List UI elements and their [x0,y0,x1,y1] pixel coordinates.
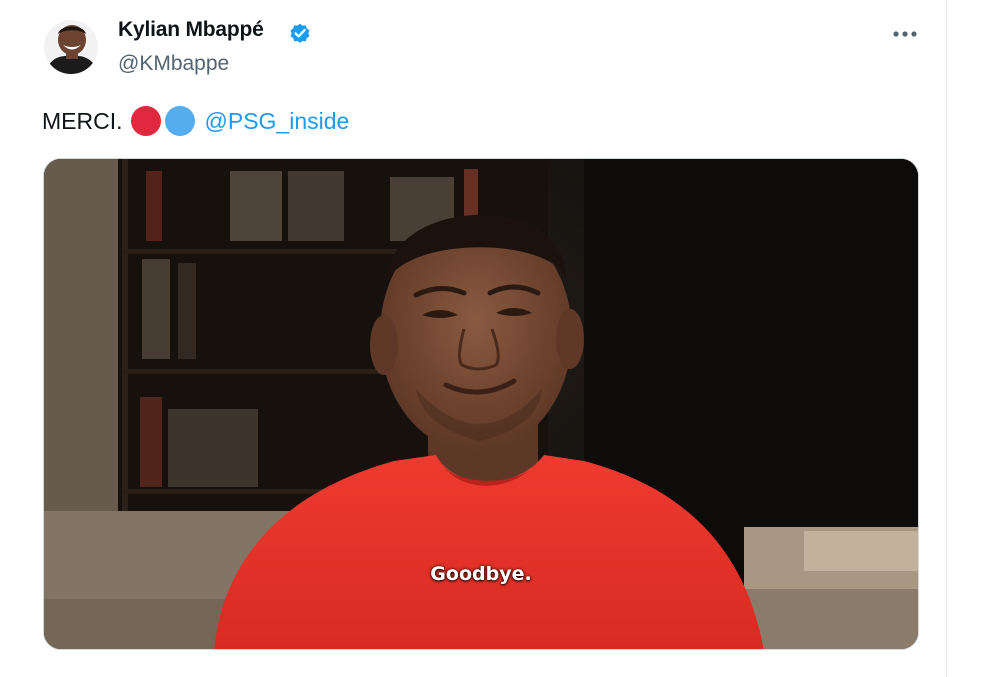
video-player[interactable]: Goodbye. [43,158,919,650]
tweet-text: MERCI. @PSG_inside [42,104,349,138]
avatar-image [44,20,98,74]
timeline-border [946,0,947,677]
video-subtitle: Goodbye. [430,563,532,585]
author-display-name[interactable]: Kylian Mbappé [118,18,264,42]
verified-badge-icon [290,23,310,43]
author-avatar[interactable] [44,20,98,74]
tweet[interactable]: Kylian Mbappé @KMbappe MERCI. @PSG_insid… [0,0,946,677]
more-horizontal-icon [893,31,917,37]
blue-circle-emoji [164,106,195,136]
red-circle-emoji [130,106,161,136]
author-handle[interactable]: @KMbappe [118,52,229,76]
more-options-button[interactable] [888,20,922,48]
tweet-text-word: MERCI. [42,108,123,134]
mention-link[interactable]: @PSG_inside [205,104,350,138]
